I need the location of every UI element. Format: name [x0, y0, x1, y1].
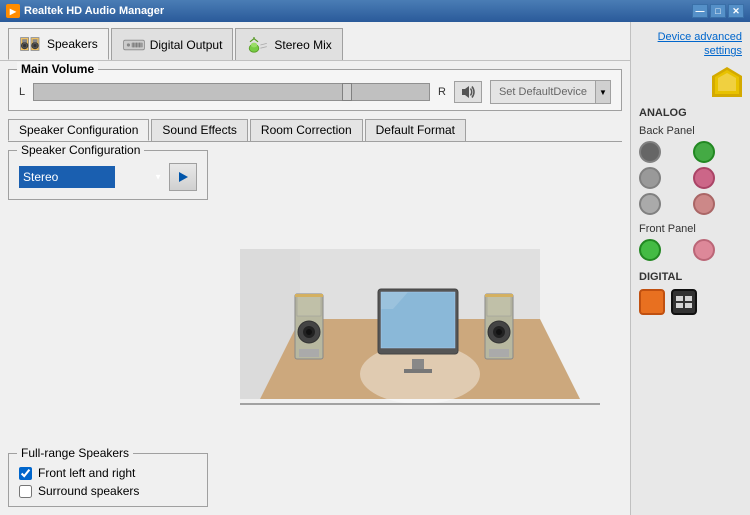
tab-default-format[interactable]: Default Format [365, 119, 466, 141]
config-select-row: Stereo Quadraphonic 5.1 Surround 7.1 Sur… [19, 163, 197, 191]
tab-sound-effects-label: Sound Effects [162, 123, 237, 137]
app-icon: ▶ [6, 4, 20, 18]
tab-stereo-mix-label: Stereo Mix [274, 38, 331, 52]
test-audio-button[interactable] [169, 163, 197, 191]
volume-group-label: Main Volume [17, 62, 98, 76]
device-text: Device [553, 86, 587, 98]
connector-2-green[interactable] [693, 141, 715, 163]
surround-row: Surround speakers [19, 484, 197, 498]
left-controls: Speaker Configuration Stereo Quadraphoni… [8, 150, 218, 507]
connector-1[interactable] [639, 141, 661, 163]
right-panel: Device advanced settings ANALOG Back Pan… [630, 22, 750, 515]
speakers-icon [19, 34, 43, 54]
front-lr-checkbox[interactable] [19, 467, 32, 480]
tab-speaker-config-label: Speaker Configuration [19, 123, 138, 137]
window-controls: — □ ✕ [692, 4, 744, 18]
minimize-button[interactable]: — [692, 4, 708, 18]
realtek-logo [639, 67, 742, 97]
tab-room-correction[interactable]: Room Correction [250, 119, 363, 141]
digital-connector-orange[interactable] [639, 289, 665, 315]
device-advanced-text: Device advanced settings [658, 31, 742, 57]
stereo-mix-icon [246, 35, 270, 55]
tab-digital-output[interactable]: Digital Output [111, 28, 234, 60]
main-container: Speakers Digital Output [0, 22, 750, 515]
connector-4[interactable] [693, 167, 715, 189]
realtek-logo-svg [712, 67, 742, 97]
close-button[interactable]: ✕ [728, 4, 744, 18]
volume-slider[interactable] [33, 83, 430, 101]
connector-6[interactable] [693, 193, 715, 215]
speaker-config-group-label: Speaker Configuration [17, 143, 144, 157]
r-label: R [438, 86, 446, 98]
set-default-label[interactable]: Set Default Device [490, 80, 595, 104]
mute-button[interactable] [454, 81, 482, 103]
left-panel: Speakers Digital Output [0, 22, 630, 515]
play-icon [176, 170, 190, 184]
digital-label: DIGITAL [639, 271, 742, 283]
tab-digital-output-label: Digital Output [150, 38, 223, 52]
set-default-text: Set Default [499, 86, 553, 98]
speaker-config-select[interactable]: Stereo Quadraphonic 5.1 Surround 7.1 Sur… [19, 166, 115, 188]
surround-checkbox[interactable] [19, 485, 32, 498]
digital-output-icon [122, 35, 146, 55]
tab-speakers-label: Speakers [47, 37, 98, 51]
tab-speakers[interactable]: Speakers [8, 28, 109, 60]
tab-stereo-mix[interactable]: Stereo Mix [235, 28, 342, 60]
full-range-group-label: Full-range Speakers [17, 446, 133, 460]
app-title: Realtek HD Audio Manager [24, 5, 164, 17]
speaker-visualization [218, 150, 622, 507]
maximize-button[interactable]: □ [710, 4, 726, 18]
window-icon [675, 295, 693, 309]
volume-row: L R Set Default Device [19, 80, 611, 104]
digital-connector-black[interactable] [671, 289, 697, 315]
surround-label[interactable]: Surround speakers [38, 484, 139, 498]
tab-sound-effects[interactable]: Sound Effects [151, 119, 248, 141]
title-bar: ▶ Realtek HD Audio Manager — □ ✕ [0, 0, 750, 22]
l-label: L [19, 86, 25, 98]
front-lr-label[interactable]: Front left and right [38, 466, 135, 480]
analog-label: ANALOG [639, 107, 742, 119]
device-tabs: Speakers Digital Output [0, 22, 630, 61]
content-area: Main Volume L R Set Default [0, 61, 630, 515]
full-range-group: Full-range Speakers Front left and right… [8, 453, 208, 507]
back-panel-label: Back Panel [639, 125, 742, 137]
tab-default-format-label: Default Format [376, 123, 455, 137]
set-default-dropdown[interactable]: ▼ [595, 80, 611, 104]
tab-speaker-configuration[interactable]: Speaker Configuration [8, 119, 149, 141]
speaker-config-group: Speaker Configuration Stereo Quadraphoni… [8, 150, 208, 200]
inner-tabs: Speaker Configuration Sound Effects Room… [8, 119, 622, 142]
set-default-button[interactable]: Set Default Device ▼ [490, 80, 611, 104]
room-svg [230, 219, 610, 439]
front-connector-pink[interactable] [693, 239, 715, 261]
front-panel-label: Front Panel [639, 223, 742, 235]
back-panel-connectors [639, 141, 742, 215]
front-panel-connectors [639, 239, 742, 261]
config-viz-row: Speaker Configuration Stereo Quadraphoni… [8, 150, 622, 507]
speaker-icon [460, 85, 476, 99]
front-lr-row: Front left and right [19, 466, 197, 480]
connector-3[interactable] [639, 167, 661, 189]
digital-connectors [639, 289, 742, 315]
front-connector-green[interactable] [639, 239, 661, 261]
config-select-wrapper[interactable]: Stereo Quadraphonic 5.1 Surround 7.1 Sur… [19, 166, 165, 188]
connector-5[interactable] [639, 193, 661, 215]
tab-room-correction-label: Room Correction [261, 123, 352, 137]
device-advanced-link[interactable]: Device advanced settings [639, 30, 742, 59]
main-volume-group: Main Volume L R Set Default [8, 69, 622, 111]
